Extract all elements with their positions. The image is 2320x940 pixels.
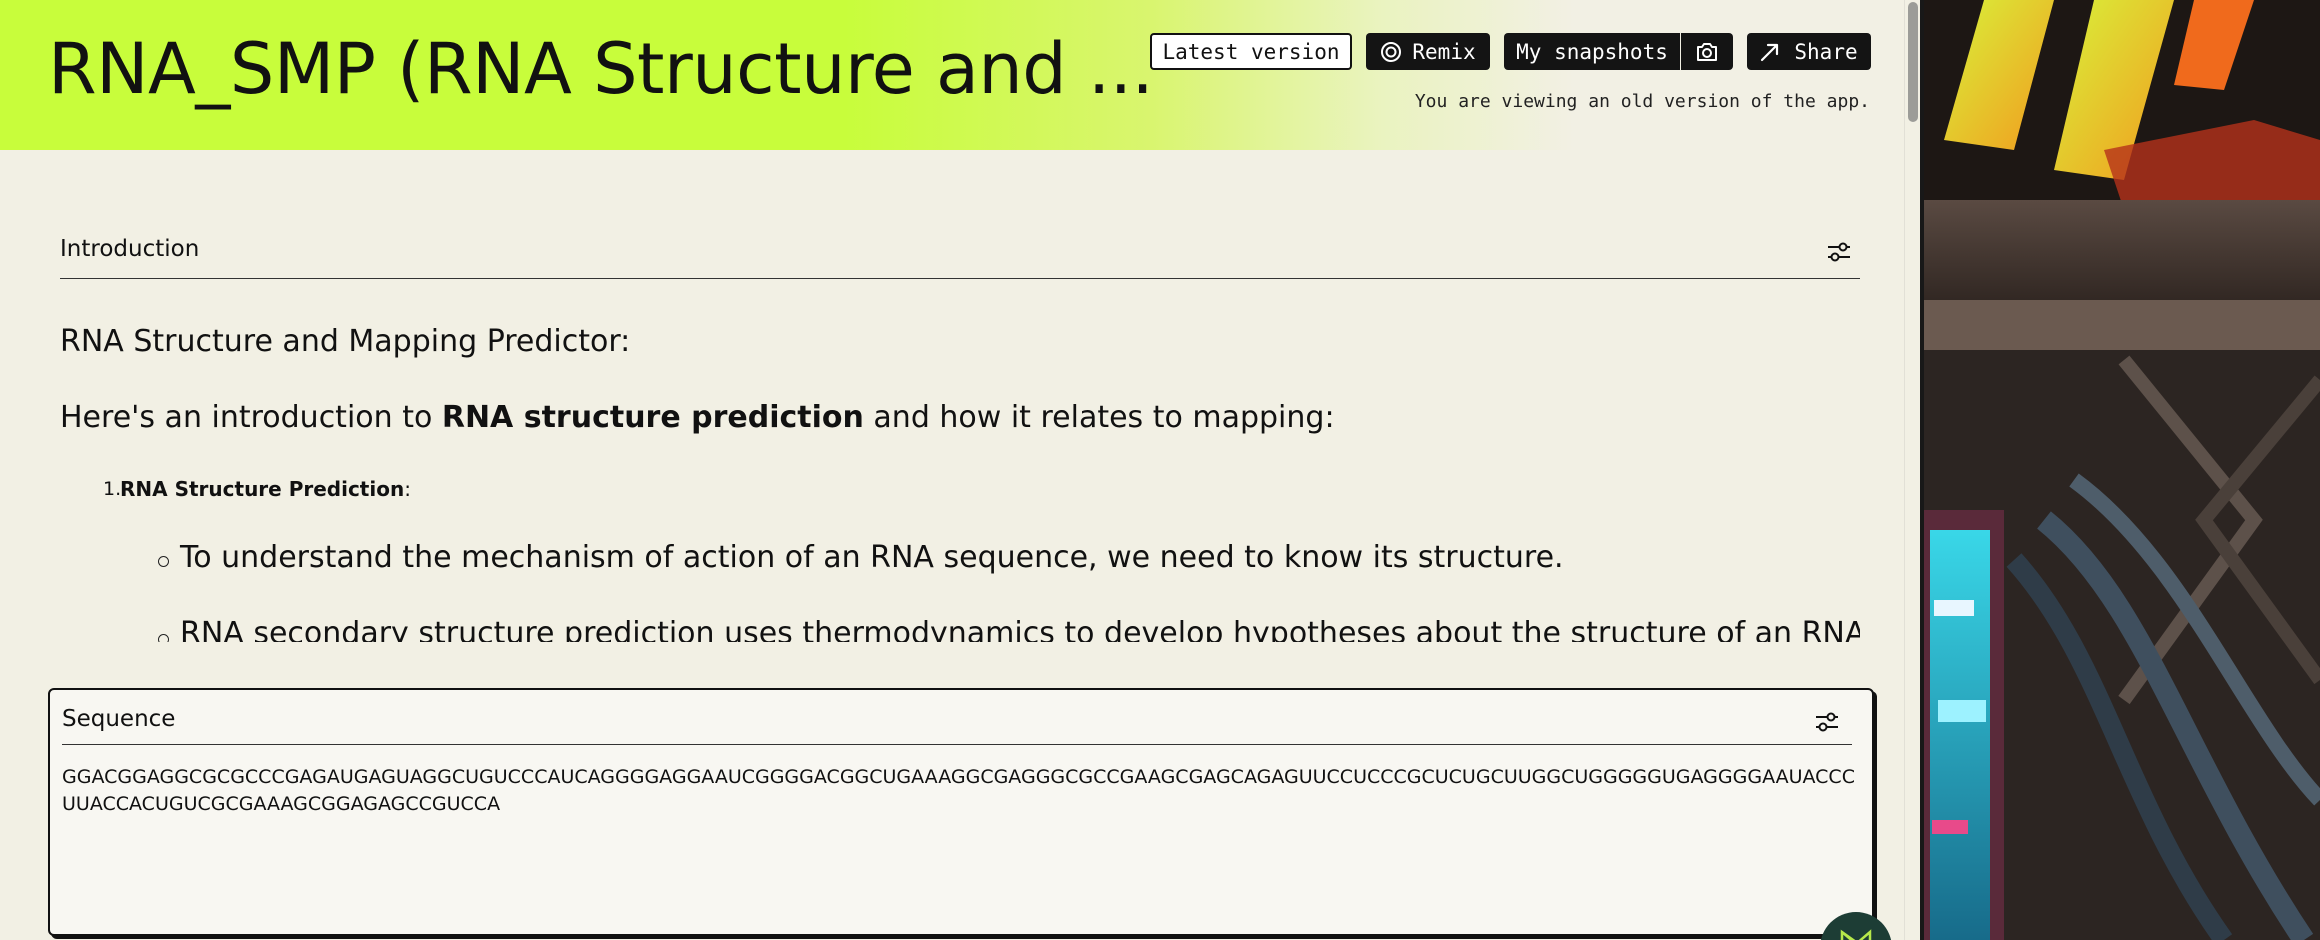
sequence-title: Sequence [62, 706, 176, 732]
remix-icon [1381, 41, 1402, 62]
latest-version-button[interactable]: Latest version [1150, 33, 1352, 70]
settings-sliders-icon[interactable] [1814, 710, 1840, 734]
snapshot-camera-button[interactable] [1681, 33, 1733, 70]
introduction-content: RNA Structure and Mapping Predictor: Her… [60, 300, 1860, 642]
bullet-marker [158, 556, 169, 567]
share-label: Share [1794, 39, 1858, 64]
intro-paragraph: Here's an introduction to RNA structure … [60, 400, 1335, 435]
old-version-note: You are viewing an old version of the ap… [1414, 91, 1870, 112]
introduction-title: Introduction [60, 236, 200, 262]
list-number: 1. [103, 478, 122, 500]
intro-line-bold: RNA structure prediction [441, 400, 864, 435]
sequence-text[interactable]: GGACGGAGGCGCGCCCGAGAUGAGUAGGCUGUCCCAUCAG… [62, 764, 1862, 818]
vertical-scrollbar[interactable] [1904, 0, 1920, 940]
app-pane: RNA_SMP (RNA Structure and ... Latest ve… [0, 0, 1920, 940]
my-snapshots-button[interactable]: My snapshots [1504, 33, 1680, 70]
intro-line-suffix: and how it relates to mapping: [863, 400, 1335, 435]
camera-icon [1697, 42, 1717, 61]
introduction-section-header: Introduction [60, 232, 1860, 279]
settings-sliders-icon[interactable] [1826, 240, 1852, 264]
list-item-suffix: : [404, 477, 411, 501]
bullet-item: RNA secondary structure prediction uses … [180, 616, 1860, 642]
share-button[interactable]: Share [1747, 33, 1871, 70]
intro-heading: RNA Structure and Mapping Predictor: [60, 324, 631, 359]
bullet-marker [158, 634, 169, 642]
app-header: RNA_SMP (RNA Structure and ... Latest ve… [0, 0, 1920, 150]
app-title: RNA_SMP (RNA Structure and ... [48, 28, 1154, 110]
remix-button[interactable]: Remix [1366, 33, 1490, 70]
sequence-section-header: Sequence [62, 704, 1852, 745]
bullet-item: To understand the mechanism of action of… [180, 540, 1564, 575]
share-arrow-icon [1761, 43, 1779, 61]
artwork-image [1924, 0, 2320, 940]
list-item-bold: RNA Structure Prediction [120, 477, 405, 501]
remix-label: Remix [1412, 39, 1476, 64]
intro-line-prefix: Here's an introduction to [60, 400, 442, 435]
list-item-heading: RNA Structure Prediction: [120, 477, 411, 501]
sequence-panel: Sequence GGACGGAGGCGCGCCCGAGAUGAGUAGGCUG… [48, 688, 1874, 936]
decorative-artwork [1924, 0, 2320, 940]
scrollbar-thumb[interactable] [1908, 2, 1918, 122]
